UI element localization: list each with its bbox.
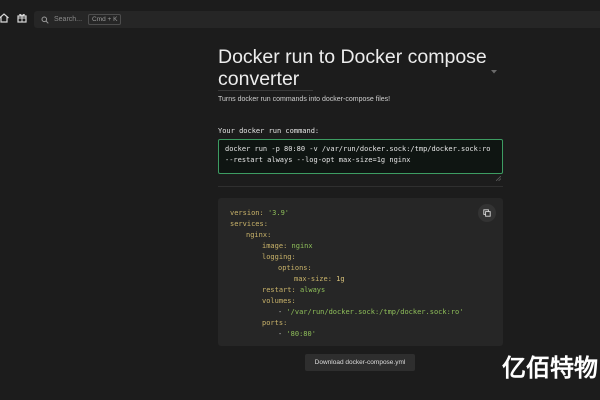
search-icon [41, 16, 49, 24]
gift-icon[interactable] [15, 11, 29, 25]
yaml-value: '3.9' [267, 209, 290, 217]
yaml-value: 1g [336, 275, 345, 283]
yaml-line: version: '3.9' [230, 208, 289, 218]
yaml-line: services: [230, 219, 268, 229]
yaml-line: - '80:80' [278, 329, 316, 339]
yaml-key: logging: [262, 253, 296, 261]
yaml-value: nginx [291, 242, 313, 250]
search-input[interactable]: Search... Cmd + K [34, 11, 600, 28]
yaml-line: volumes: [262, 296, 296, 306]
page-title: Docker run to Docker compose converter [218, 46, 487, 90]
yaml-key: version: [230, 209, 264, 217]
docker-run-command-input[interactable]: docker run -p 80:80 -v /var/run/docker.s… [218, 139, 503, 174]
yaml-dash: - [278, 330, 283, 338]
download-compose-button[interactable]: Download docker-compose.yml [305, 354, 415, 371]
yaml-line: max-size: 1g [294, 274, 345, 284]
yaml-value: '/var/run/docker.sock:/tmp/docker.sock:r… [286, 308, 464, 316]
yaml-key: max-size: [294, 275, 332, 283]
yaml-key: volumes: [262, 297, 296, 305]
yaml-key: services: [230, 220, 268, 228]
top-bar: Search... Cmd + K [0, 0, 600, 36]
home-icon[interactable] [0, 11, 11, 25]
copy-button[interactable] [478, 204, 496, 222]
page: Search... Cmd + K Docker run to Docker c… [0, 0, 600, 400]
title-divider [218, 90, 313, 91]
section-divider [218, 186, 503, 187]
yaml-key: image: [262, 242, 288, 250]
yaml-dash: - [278, 308, 283, 316]
yaml-line: ports: [262, 318, 287, 328]
yaml-key: restart: [262, 286, 296, 294]
search-placeholder: Search... [54, 16, 83, 23]
resize-handle-icon[interactable] [495, 168, 502, 182]
yaml-key: ports: [262, 319, 288, 327]
command-input-label: Your docker run command: [218, 127, 320, 135]
watermark: 亿佰特物 [502, 354, 598, 382]
yaml-key: nginx: [246, 231, 272, 239]
copy-icon [483, 209, 491, 217]
yaml-line: logging: [262, 252, 296, 262]
yaml-line: options: [278, 263, 312, 273]
yaml-line: image: nginx [262, 241, 313, 251]
yaml-line: - '/var/run/docker.sock:/tmp/docker.sock… [278, 307, 463, 317]
yaml-line: restart: always [262, 285, 325, 295]
yaml-key: options: [278, 264, 312, 272]
yaml-value: always [299, 286, 326, 294]
yaml-line: nginx: [246, 230, 271, 240]
page-subtitle: Turns docker run commands into docker-co… [218, 96, 391, 103]
caret-down-icon[interactable] [490, 62, 498, 74]
yaml-value: '80:80' [286, 330, 316, 338]
search-shortcut: Cmd + K [88, 14, 122, 25]
